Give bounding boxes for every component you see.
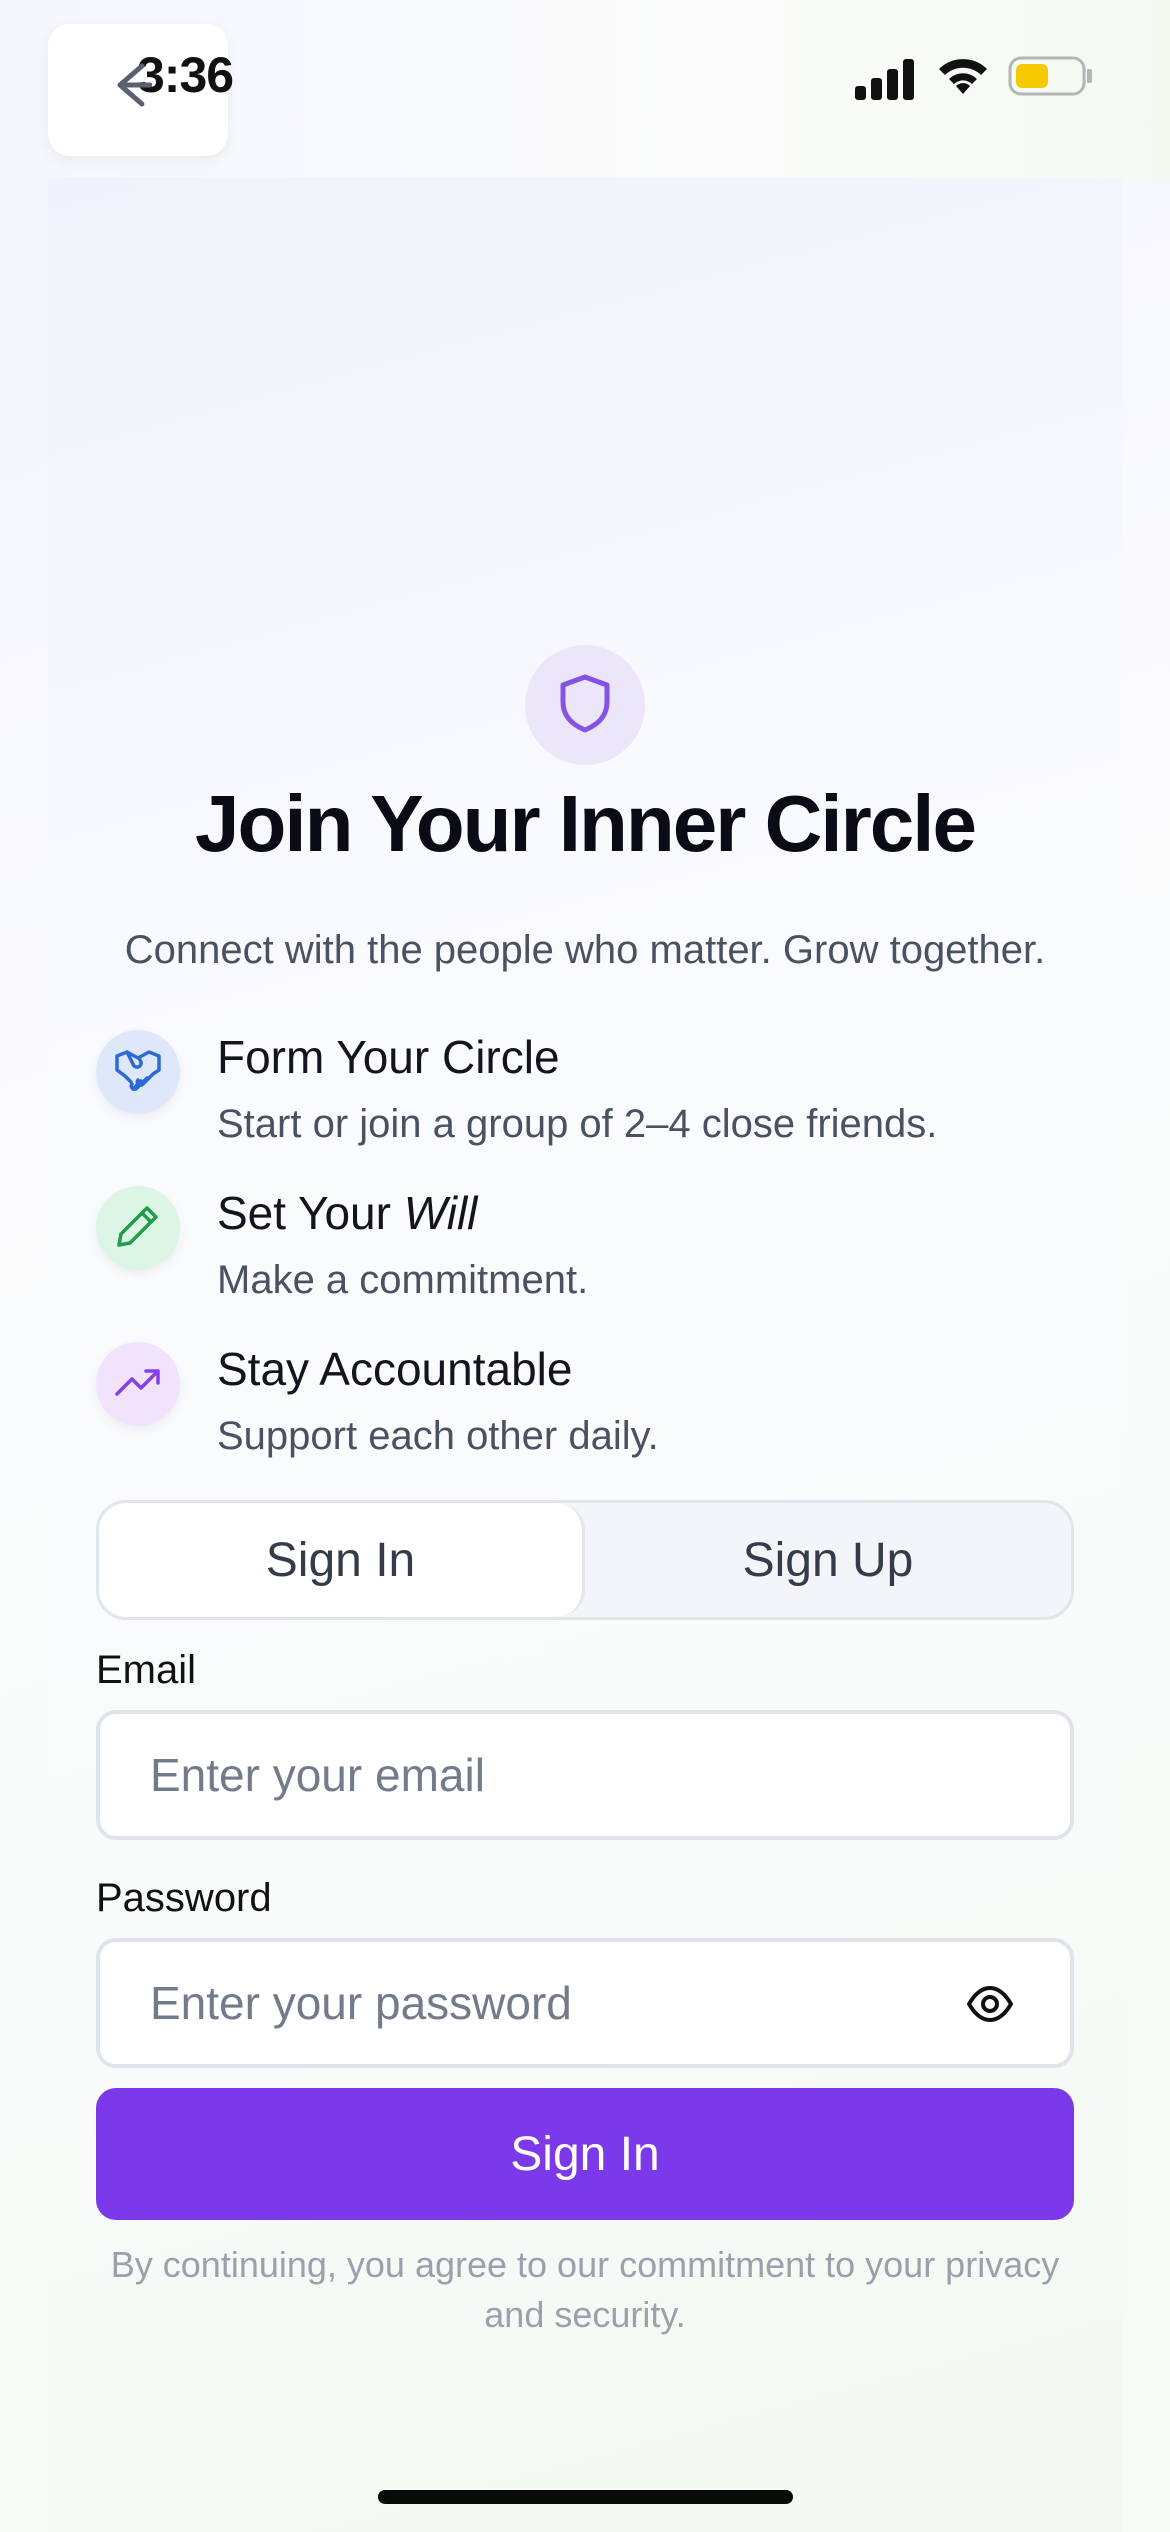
trending-up-icon	[114, 1366, 162, 1403]
feature-title-emphasis: Will	[403, 1187, 478, 1239]
eye-icon[interactable]	[966, 1984, 1014, 2029]
feature-icon-badge	[96, 1342, 180, 1426]
feature-icon-badge	[96, 1186, 180, 1270]
shield-icon	[557, 672, 613, 739]
feature-title: Set Your Will	[217, 1186, 477, 1240]
email-label: Email	[96, 1648, 197, 1692]
feature-set-will: Set Your Will Make a commitment.	[96, 1186, 1096, 1336]
feature-title: Form Your Circle	[217, 1031, 560, 1083]
email-field[interactable]	[150, 1714, 970, 1836]
wifi-icon	[935, 54, 991, 103]
feature-title-prefix: Set Your	[217, 1187, 404, 1239]
pencil-icon	[115, 1203, 161, 1254]
feature-stay-accountable: Stay Accountable Support each other dail…	[96, 1342, 1096, 1492]
auth-tab-switcher: Sign In Sign Up	[96, 1500, 1074, 1620]
feature-form-circle: Form Your Circle Start or join a group o…	[96, 1030, 1096, 1180]
tab-sign-up[interactable]: Sign Up	[585, 1503, 1071, 1617]
home-indicator	[378, 2490, 793, 2504]
page-title: Join Your Inner Circle	[195, 779, 977, 868]
feature-icon-badge	[96, 1030, 180, 1114]
feature-title: Stay Accountable	[217, 1343, 573, 1395]
signal-icon	[855, 58, 915, 105]
back-arrow-icon[interactable]	[112, 62, 153, 113]
feature-description: Support each other daily.	[217, 1414, 659, 1458]
password-label: Password	[96, 1876, 272, 1920]
sign-in-button[interactable]: Sign In	[96, 2088, 1074, 2220]
page-subtitle: Connect with the people who matter. Grow…	[124, 928, 1046, 972]
battery-icon	[1008, 56, 1094, 101]
hero-badge	[525, 645, 645, 765]
handshake-icon	[113, 1048, 163, 1097]
app-screen: 3:36 Join Your Inner Circle Connect with…	[0, 0, 1170, 2532]
feature-description: Make a commitment.	[217, 1258, 589, 1302]
feature-description: Start or join a group of 2–4 close frien…	[217, 1102, 938, 1146]
legal-notice: By continuing, you agree to our commitme…	[110, 2244, 1060, 2335]
email-field-wrapper	[96, 1710, 1074, 1840]
password-field[interactable]	[150, 1942, 970, 2064]
password-field-wrapper	[96, 1938, 1074, 2068]
tab-sign-in[interactable]: Sign In	[99, 1503, 585, 1617]
